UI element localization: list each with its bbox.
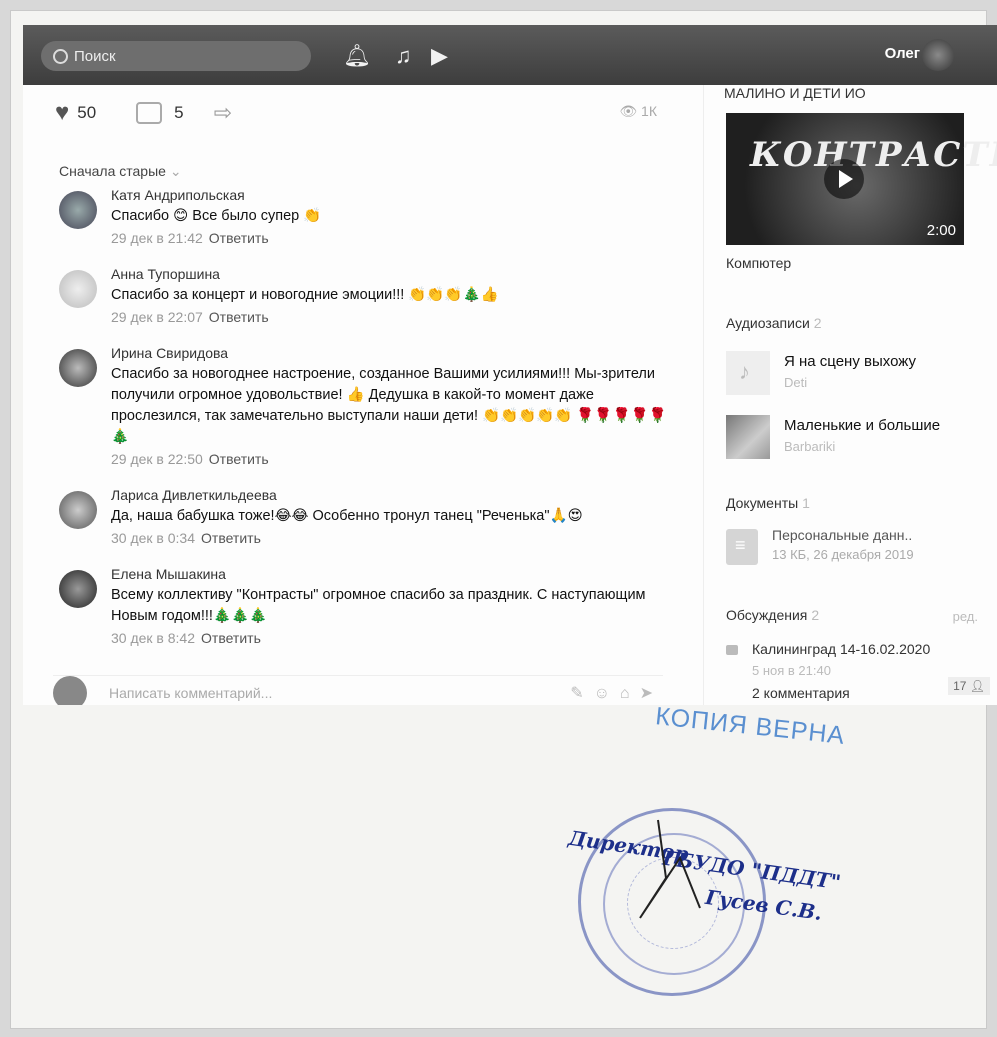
handwritten-signature (639, 819, 701, 919)
composer-tools[interactable]: ✎☺⌂➤ (570, 683, 663, 703)
track-title: Я на сцену выхожу (784, 353, 916, 370)
document-meta: 13 КБ, 26 декабря 2019 (772, 547, 914, 562)
chevron-down-icon: ⌄ (169, 163, 182, 179)
eye-icon: 👁︎ (619, 103, 638, 119)
comment-date[interactable]: 29 дек в 21:42 (111, 230, 203, 246)
play-icon[interactable] (824, 159, 864, 199)
search-placeholder: Поиск (74, 47, 116, 65)
comment-item: Лариса Дивлеткильдеева Да, наша бабушка … (53, 487, 673, 546)
top-bar: Поиск 🔔︎ ♫ ▶ Олег (23, 25, 997, 85)
topic-icon (726, 645, 738, 655)
document-title: Персональные данн.. (772, 527, 913, 543)
avatar[interactable] (59, 491, 97, 529)
comment-input[interactable]: Написать комментарий... (109, 685, 272, 701)
sort-label: Сначала старые (59, 163, 166, 179)
post-column: ♥ 50 5 ⇨ 👁︎ 1К Сначала старые ⌄ Катя Анд… (23, 85, 685, 705)
documents-title: Документы (726, 495, 799, 511)
video-thumbnail[interactable]: КОНТРАСТЫ 2:00 (726, 113, 997, 245)
like-icon[interactable]: ♥ (55, 99, 69, 127)
audio-track[interactable]: Маленькие и большие Barbariki (726, 415, 976, 465)
comment-text: Спасибо 😊 Все было супер 👏 (111, 208, 322, 224)
avatar (53, 676, 87, 705)
vk-screenshot: Поиск 🔔︎ ♫ ▶ Олег ♥ 50 5 ⇨ 👁︎ 1К Сначала… (23, 25, 997, 705)
comment-composer: Написать комментарий... ✎☺⌂➤ (53, 675, 663, 705)
discussions-title: Обсуждения (726, 607, 808, 623)
reply-button[interactable]: Ответить (209, 230, 269, 246)
comment-date[interactable]: 29 дек в 22:50 (111, 451, 203, 467)
avatar[interactable] (59, 570, 97, 608)
search-icon (53, 48, 68, 64)
track-title: Маленькие и большие (784, 417, 941, 434)
avatar[interactable] (59, 349, 97, 387)
views-count: 1К (641, 103, 657, 119)
track-artist: Deti (784, 375, 808, 390)
comment-author[interactable]: Елена Мышакина (111, 566, 673, 582)
video-play-icon[interactable]: ▶ (431, 43, 448, 69)
comment-author[interactable]: Ирина Свиридова (111, 345, 673, 361)
user-avatar[interactable] (922, 39, 954, 71)
comment-text: Спасибо за концерт и новогодние эмоции!!… (111, 287, 499, 303)
comment-author[interactable]: Анна Тупоршина (111, 266, 673, 282)
user-icon: 👤︎ (969, 679, 985, 693)
video-section-title: МАЛИНО И ДЕТИ ИО (724, 85, 866, 101)
user-name[interactable]: Олег (885, 45, 920, 62)
track-artist: Barbariki (784, 439, 836, 454)
like-count: 50 (77, 103, 97, 122)
discussions-count: 2 (811, 607, 820, 623)
comment-date[interactable]: 29 дек в 22:07 (111, 309, 203, 325)
discussions-header[interactable]: Обсуждения 2 (726, 607, 819, 623)
share-icon[interactable]: ⇨ (214, 100, 232, 126)
comment-text: Да, наша бабушка тоже!😂😂 Особенно тронул… (111, 508, 583, 524)
reply-button[interactable]: Ответить (201, 630, 261, 646)
right-sidebar: МАЛИНО И ДЕТИ ИО КОНТРАСТЫ 2:00 Компютер… (703, 85, 997, 705)
post-actions: ♥ 50 5 ⇨ (55, 99, 232, 127)
comment-text: Всему коллективу "Контрасты" огромное сп… (111, 587, 646, 624)
comments-list: Катя Андрипольская Спасибо 😊 Все было су… (53, 187, 673, 666)
audio-header[interactable]: Аудиозаписи 2 (726, 315, 822, 331)
document-item[interactable]: Персональные данн.. 13 КБ, 26 декабря 20… (726, 527, 976, 571)
views-counter: 👁︎ 1К (619, 103, 657, 120)
avatar[interactable] (59, 270, 97, 308)
topic-title: Калининград 14-16.02.2020 (752, 641, 931, 657)
documents-count: 1 (802, 495, 810, 511)
comment-item: Катя Андрипольская Спасибо 😊 Все было су… (53, 187, 673, 246)
reply-button[interactable]: Ответить (209, 451, 269, 467)
comment-count: 5 (174, 103, 184, 122)
video-overlay-title: КОНТРАСТЫ (750, 135, 997, 175)
documents-header[interactable]: Документы 1 (726, 495, 810, 511)
music-note-icon (726, 351, 770, 395)
document-icon (726, 529, 758, 565)
comment-item: Елена Мышакина Всему коллективу "Контрас… (53, 566, 673, 646)
music-icon[interactable]: ♫ (395, 43, 412, 69)
comment-item: Ирина Свиридова Спасибо за новогоднее на… (53, 345, 673, 467)
search-input[interactable]: Поиск (41, 41, 311, 71)
video-label[interactable]: Компютер (726, 255, 791, 271)
comment-author[interactable]: Катя Андрипольская (111, 187, 673, 203)
reply-button[interactable]: Ответить (201, 530, 261, 546)
video-duration: 2:00 (926, 222, 956, 239)
album-cover (726, 415, 770, 459)
comment-date[interactable]: 30 дек в 8:42 (111, 630, 195, 646)
audio-count: 2 (813, 315, 822, 331)
comment-icon[interactable] (136, 102, 163, 124)
comment-text: Спасибо за новогоднее настроение, создан… (111, 366, 667, 445)
bell-icon[interactable]: 🔔︎ (343, 43, 371, 69)
audio-title: Аудиозаписи (726, 315, 810, 331)
avatar[interactable] (59, 191, 97, 229)
topic-date: 5 ноя в 21:40 (752, 663, 831, 678)
edit-discussions-link[interactable]: ред. (953, 609, 978, 624)
comment-date[interactable]: 30 дек в 0:34 (111, 530, 195, 546)
online-count: 17 (953, 679, 967, 693)
audio-track[interactable]: Я на сцену выхожу Deti (726, 351, 976, 401)
comment-author[interactable]: Лариса Дивлеткильдеева (111, 487, 673, 503)
topic-comments: 2 комментария (752, 685, 850, 701)
reply-button[interactable]: Ответить (209, 309, 269, 325)
sort-dropdown[interactable]: Сначала старые ⌄ (59, 163, 182, 180)
online-counter[interactable]: 17 👤︎ (948, 677, 990, 695)
comment-item: Анна Тупоршина Спасибо за концерт и ново… (53, 266, 673, 325)
